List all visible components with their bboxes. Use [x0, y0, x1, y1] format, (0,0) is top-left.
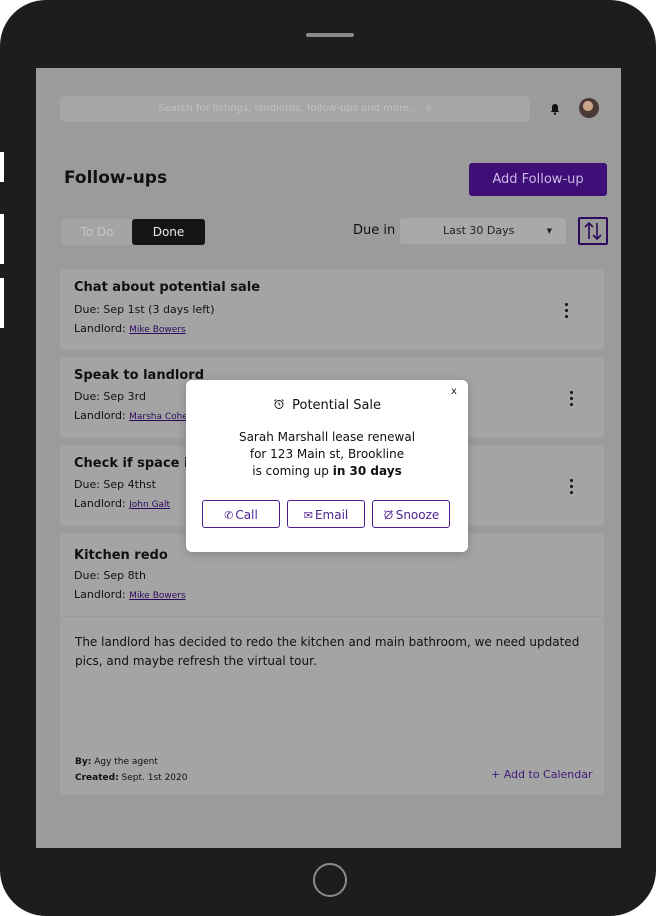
created-value: Sept. 1st 2020: [121, 773, 188, 783]
call-label: Call: [235, 508, 258, 522]
due-range-value: Last 30 Days: [443, 224, 515, 237]
avatar[interactable]: [579, 98, 599, 118]
close-button[interactable]: x: [451, 386, 457, 397]
add-follow-up-button[interactable]: Add Follow-up: [469, 163, 607, 196]
modal-line-1: Sarah Marshall lease renewal: [238, 430, 416, 444]
snooze-label: Snooze: [395, 508, 440, 522]
card-due: Due: Sep 3rd: [74, 390, 146, 403]
reminder-modal: x Potential Sale Sarah Marshall lease re…: [186, 380, 468, 552]
modal-line-3-prefix: is coming up: [252, 464, 333, 478]
divider: [60, 616, 604, 617]
call-button[interactable]: ✆ Call: [202, 500, 280, 528]
alarm-icon: [274, 399, 284, 409]
speaker-grille: [306, 33, 354, 37]
card-due: Due: Sep 1st (3 days left): [74, 303, 215, 316]
landlord-link[interactable]: Mike Bowers: [129, 325, 186, 335]
card-due: Due: Sep 4thst: [74, 478, 156, 491]
page-title: Follow-ups: [64, 168, 168, 188]
card-landlord: Landlord: Mike Bowers: [74, 322, 186, 335]
modal-line-2: for 123 Main st, Brookline: [249, 447, 405, 461]
side-button: [0, 278, 4, 328]
landlord-link[interactable]: John Galt: [129, 500, 170, 510]
landlord-label: Landlord:: [74, 409, 126, 422]
landlord-link[interactable]: Mike Bowers: [129, 591, 186, 601]
card-author: By: Agy the agent: [75, 757, 158, 767]
landlord-label: Landlord:: [74, 322, 126, 335]
card-created: Created: Sept. 1st 2020: [75, 773, 187, 783]
modal-line-3: is coming up in 30 days: [186, 463, 468, 480]
card-title: Speak to landlord: [74, 368, 204, 383]
follow-up-card-expanded[interactable]: Kitchen redo Due: Sep 8th Landlord: Mike…: [60, 534, 604, 794]
side-button: [0, 214, 4, 264]
modal-title: Potential Sale: [186, 398, 468, 413]
envelope-icon: ✉: [303, 509, 313, 522]
more-options-icon[interactable]: [565, 303, 569, 321]
phone-icon: ✆: [224, 509, 234, 522]
chevron-down-icon: ▼: [546, 227, 552, 235]
landlord-link[interactable]: Marsha Cohe: [129, 412, 188, 422]
email-button[interactable]: ✉ Email: [287, 500, 365, 528]
card-due: Due: Sep 8th: [74, 569, 146, 582]
by-label: By:: [75, 757, 92, 767]
search-input[interactable]: Search for listings, landlords, follow-u…: [60, 96, 530, 122]
card-landlord: Landlord: Marsha Cohe: [74, 409, 188, 422]
modal-line-3-bold: in 30 days: [332, 464, 402, 478]
search-icon: ⚲: [425, 104, 432, 113]
follow-up-card[interactable]: Chat about potential sale Due: Sep 1st (…: [60, 270, 604, 350]
by-value: Agy the agent: [94, 757, 158, 767]
card-description: The landlord has decided to redo the kit…: [75, 635, 580, 668]
modal-message: Sarah Marshall lease renewal for 123 Mai…: [186, 429, 468, 480]
snooze-icon: [383, 510, 393, 520]
due-in-label: Due in: [353, 223, 396, 238]
card-title: Chat about potential sale: [74, 280, 261, 295]
snooze-button[interactable]: Snooze: [372, 500, 450, 528]
tab-todo[interactable]: To Do: [62, 219, 132, 245]
created-label: Created:: [75, 773, 119, 783]
tab-done[interactable]: Done: [132, 219, 205, 245]
modal-title-text: Potential Sale: [292, 398, 382, 413]
email-label: Email: [314, 508, 349, 522]
more-options-icon[interactable]: [570, 391, 574, 409]
bell-icon[interactable]: [549, 102, 561, 116]
add-to-calendar-link[interactable]: + Add to Calendar: [491, 768, 593, 781]
landlord-label: Landlord:: [74, 497, 126, 510]
sort-button[interactable]: [578, 217, 608, 245]
card-landlord: Landlord: Mike Bowers: [74, 588, 186, 601]
more-options-icon[interactable]: [570, 479, 574, 497]
tablet-frame: Search for listings, landlords, follow-u…: [0, 0, 656, 916]
home-button[interactable]: [313, 863, 347, 897]
card-title: Check if space is: [74, 456, 197, 471]
due-range-select[interactable]: Last 30 Days ▼: [400, 218, 566, 244]
sort-arrows-icon: [584, 221, 602, 241]
status-toggle: To Do Done: [62, 219, 205, 245]
card-landlord: Landlord: John Galt: [74, 497, 170, 510]
search-placeholder: Search for listings, landlords, follow-u…: [158, 103, 419, 114]
side-button: [0, 152, 4, 182]
landlord-label: Landlord:: [74, 588, 126, 601]
card-title: Kitchen redo: [74, 548, 168, 563]
